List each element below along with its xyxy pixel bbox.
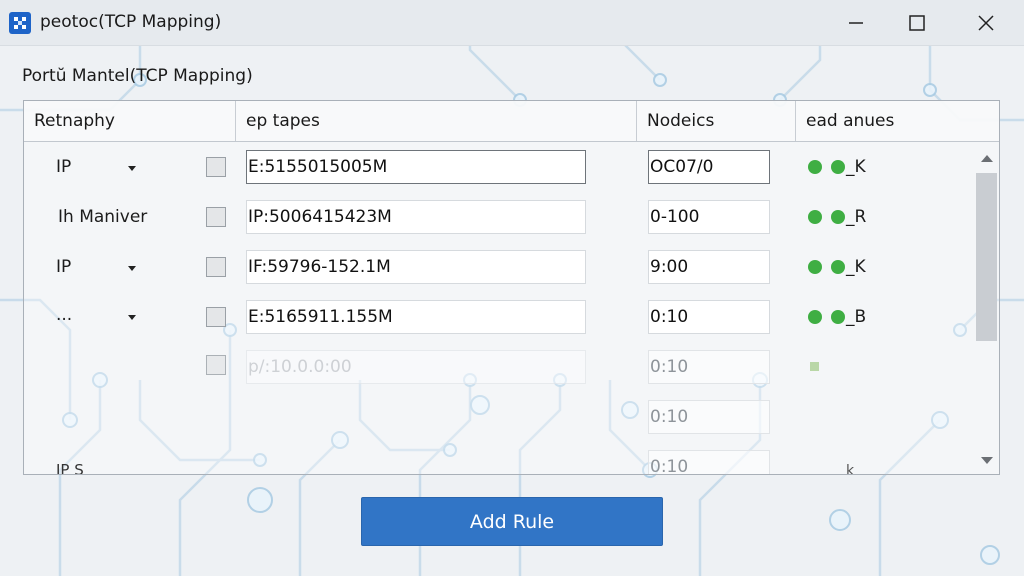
section-label: Portŭ Mantel(TCP Mapping): [22, 66, 253, 86]
row-checkbox[interactable]: [206, 355, 226, 375]
protocol-select-value[interactable]: ...: [56, 305, 72, 325]
column-header[interactable]: Nodeics: [637, 101, 795, 141]
node-field[interactable]: OC07/0: [648, 150, 770, 184]
node-field[interactable]: 0:10: [648, 350, 770, 384]
node-field[interactable]: 0:10: [648, 400, 770, 434]
protocol-select-value[interactable]: IP: [56, 157, 71, 177]
grid-app-icon: [9, 12, 31, 34]
node-field[interactable]: 0:10: [648, 450, 770, 474]
table-header: Retnaphy ep tapes Nodeics ead anues: [24, 101, 999, 142]
status-dot-icon: [808, 310, 822, 324]
status-dot-icon: [831, 260, 845, 274]
chevron-down-icon[interactable]: [128, 166, 136, 171]
protocol-label: IP S: [56, 461, 84, 474]
node-field[interactable]: 9:00: [648, 250, 770, 284]
address-field[interactable]: IP:5006415423M: [246, 200, 586, 234]
status-dot-icon: [808, 160, 822, 174]
address-field[interactable]: p/:10.0.0:00: [246, 350, 586, 384]
column-header[interactable]: ead anues: [796, 101, 999, 141]
chevron-down-icon[interactable]: [128, 266, 136, 271]
column-header[interactable]: ep tapes: [236, 101, 636, 141]
status-placeholder-icon: [810, 362, 819, 371]
scroll-down-icon[interactable]: [981, 457, 993, 464]
status-text: _K: [846, 157, 866, 177]
status-dot-icon: [831, 210, 845, 224]
status-dot-icon: [808, 210, 822, 224]
column-header[interactable]: Retnaphy: [24, 101, 236, 141]
status-text: _B: [846, 307, 867, 327]
scroll-thumb[interactable]: [976, 173, 997, 341]
mapping-table: Retnaphy ep tapes Nodeics ead anues IP E…: [23, 100, 1000, 475]
chevron-down-icon[interactable]: [128, 315, 136, 320]
status-text: _R: [846, 207, 867, 227]
add-rule-button[interactable]: Add Rule: [361, 497, 663, 546]
row-checkbox[interactable]: [206, 207, 226, 227]
vertical-scrollbar[interactable]: [974, 141, 999, 474]
minimize-icon[interactable]: [834, 8, 878, 38]
status-dot-icon: [831, 310, 845, 324]
status-text: _K: [846, 257, 866, 277]
window-title: peotoc(TCP Mapping): [40, 12, 222, 32]
protocol-label: Ih Maniver: [58, 207, 148, 227]
address-field[interactable]: E:5165911.155M: [246, 300, 586, 334]
row-checkbox[interactable]: [206, 307, 226, 327]
protocol-select-value[interactable]: IP: [56, 257, 71, 277]
scroll-up-icon[interactable]: [981, 155, 993, 162]
table-row: IP S 0:10 k: [24, 441, 974, 474]
node-field[interactable]: 0:10: [648, 300, 770, 334]
address-field[interactable]: E:5155015005M: [246, 150, 586, 184]
status-dot-icon: [808, 260, 822, 274]
node-field[interactable]: 0-100: [648, 200, 770, 234]
status-text: k: [846, 463, 855, 474]
row-checkbox[interactable]: [206, 157, 226, 177]
status-dot-icon: [831, 160, 845, 174]
title-bar: peotoc(TCP Mapping): [0, 0, 1024, 46]
address-field[interactable]: IF:59796-152.1M: [246, 250, 586, 284]
maximize-icon[interactable]: [895, 8, 939, 38]
close-icon[interactable]: [964, 8, 1008, 38]
row-checkbox[interactable]: [206, 257, 226, 277]
